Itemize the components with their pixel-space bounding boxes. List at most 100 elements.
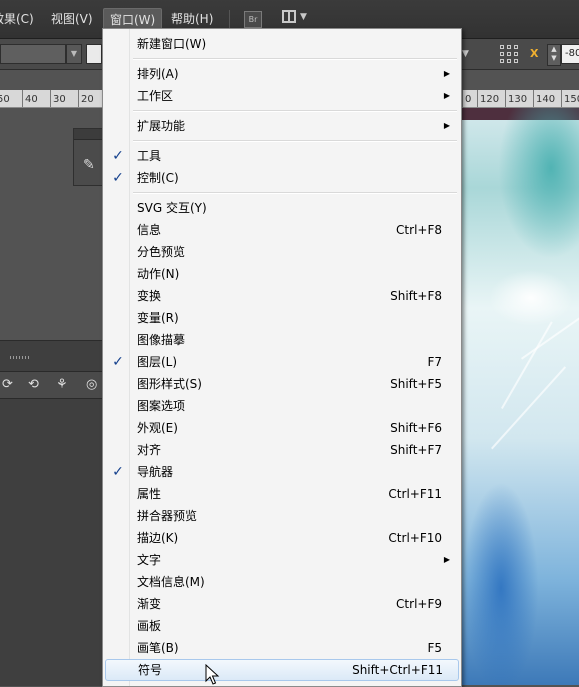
menu-item[interactable]: 画笔(B) F5	[104, 637, 460, 659]
menu-item[interactable]: 图形样式(S) Shift+F5	[104, 373, 460, 395]
menu-item[interactable]: ✓ 图层(L) F7	[104, 351, 460, 373]
menu-item-label: 控制(C)	[137, 171, 179, 185]
symbol-shifter-icon[interactable]: ⚘	[56, 377, 68, 392]
chevron-down-icon[interactable]: ▼	[462, 49, 469, 59]
menu-item-label: 画板	[137, 619, 162, 633]
arrange-documents-icon[interactable]	[282, 10, 296, 23]
ruler-label: 150	[560, 90, 579, 107]
menu-separator	[133, 140, 457, 142]
menu-item-label: 文档信息(M)	[137, 575, 205, 589]
menu-item[interactable]: 新建窗口(W)	[104, 33, 460, 55]
symbol-stainer-icon[interactable]: ◎	[86, 377, 97, 392]
menu-item-label: 变量(R)	[137, 311, 179, 325]
menu-item-label: 导航器	[137, 465, 174, 479]
menu-help[interactable]: 帮助(H)	[171, 10, 213, 27]
brush-icon[interactable]: ✎	[83, 157, 95, 173]
menu-item[interactable]: 动作(N)	[104, 263, 460, 285]
menu-item[interactable]: SVG 交互(Y)	[104, 197, 460, 219]
menu-item-shortcut: Ctrl+F8	[396, 223, 442, 237]
menubar-divider	[229, 10, 230, 28]
panel-grip[interactable]	[10, 356, 30, 359]
menu-item-shortcut: Shift+Ctrl+F11	[352, 663, 443, 677]
menu-item-label: 画笔(B)	[137, 641, 179, 655]
menu-item[interactable]: 描边(K) Ctrl+F10	[104, 527, 460, 549]
menu-item-label: 分色预览	[137, 245, 186, 259]
window-menu-dropdown: 新建窗口(W) 排列(A) ▶ 工作区 ▶ 扩展功能 ▶ ✓ 工具 ✓ 控制(C) SVG 交互(Y)…	[102, 28, 462, 687]
bridge-icon[interactable]: Br	[244, 11, 262, 28]
menu-item-label: 图案选项	[137, 399, 186, 413]
menu-item-label: 渐变	[137, 597, 162, 611]
menu-item[interactable]: 画板	[104, 615, 460, 637]
submenu-arrow-icon: ▶	[443, 69, 450, 78]
floating-panel[interactable]: ✎	[73, 128, 104, 186]
menu-item[interactable]: 文字 ▶	[104, 549, 460, 571]
menu-item-shortcut: Shift+F8	[390, 289, 442, 303]
menu-item[interactable]: ✓ 工具	[104, 145, 460, 167]
ruler-label: 50	[0, 94, 10, 105]
menu-item-shortcut: Ctrl+F11	[388, 487, 442, 501]
reference-point-icon[interactable]	[500, 45, 518, 63]
menu-item-label: 工作区	[137, 89, 174, 103]
symbol-spinner-icon[interactable]: ⟲	[28, 377, 39, 392]
ruler-label: 140	[532, 90, 556, 107]
menu-item-label: 图层(L)	[137, 355, 178, 369]
chevron-down-icon[interactable]: ▼	[300, 12, 307, 22]
variable-width-field[interactable]	[86, 44, 102, 64]
stroke-weight-field[interactable]	[0, 44, 66, 64]
artwork-strand	[501, 321, 553, 409]
menu-item-label: 对齐	[137, 443, 162, 457]
menu-item-label: 排列(A)	[137, 67, 179, 81]
checkmark-icon: ✓	[112, 148, 124, 164]
menu-separator	[133, 58, 457, 60]
menu-item-shortcut: F5	[427, 641, 442, 655]
menu-item[interactable]: 拼合器预览	[104, 505, 460, 527]
ruler-label: 30	[50, 90, 66, 107]
menu-item[interactable]: 对齐 Shift+F7	[104, 439, 460, 461]
menu-item[interactable]: 符号 Shift+Ctrl+F11	[105, 659, 459, 681]
menu-item-label: 扩展功能	[137, 119, 186, 133]
menu-item[interactable]: 渐变 Ctrl+F9	[104, 593, 460, 615]
menu-item[interactable]: ✓ 导航器	[104, 461, 460, 483]
menu-item[interactable]: 扩展功能 ▶	[104, 115, 460, 137]
menu-item[interactable]: 属性 Ctrl+F11	[104, 483, 460, 505]
menu-view[interactable]: 视图(V)	[51, 10, 93, 27]
panel-toolbar: ⟳ ⟲ ⚘ ◎	[0, 371, 102, 399]
menu-item[interactable]: 图像描摹	[104, 329, 460, 351]
x-stepper[interactable]: ▲ ▼	[547, 44, 561, 66]
menu-item[interactable]: 变换 Shift+F8	[104, 285, 460, 307]
menu-item-shortcut: Shift+F5	[390, 377, 442, 391]
menu-item[interactable]: 图案选项	[104, 395, 460, 417]
menu-item-label: 图像描摹	[137, 333, 186, 347]
menu-item-shortcut: Ctrl+F9	[396, 597, 442, 611]
menu-item-label: 新建窗口(W)	[137, 37, 207, 51]
menu-effect[interactable]: 效果(C)	[0, 10, 34, 27]
menu-item-shortcut: Ctrl+F10	[388, 531, 442, 545]
submenu-arrow-icon: ▶	[443, 555, 450, 564]
checkmark-icon: ✓	[112, 464, 124, 480]
ruler-label: 20	[78, 90, 94, 107]
menu-item[interactable]: ✓ 控制(C)	[104, 167, 460, 189]
menu-item[interactable]: 信息 Ctrl+F8	[104, 219, 460, 241]
menu-item-label: 外观(E)	[137, 421, 178, 435]
menu-item-shortcut: F7	[427, 355, 442, 369]
menu-item[interactable]: 文档信息(M)	[104, 571, 460, 593]
artwork-canvas[interactable]	[461, 108, 579, 685]
menu-item-shortcut: Shift+F6	[390, 421, 442, 435]
chevron-down-icon[interactable]: ▼	[66, 44, 82, 64]
menu-item[interactable]: 工作区 ▶	[104, 85, 460, 107]
menu-item-label: 变换	[137, 289, 162, 303]
panel-titlebar[interactable]	[74, 129, 104, 140]
symbol-sprayer-icon[interactable]: ⟳	[2, 377, 13, 392]
menu-item[interactable]: 外观(E) Shift+F6	[104, 417, 460, 439]
menu-item-label: 属性	[137, 487, 162, 501]
menu-item-label: 动作(N)	[137, 267, 180, 281]
menu-item[interactable]: 变量(R)	[104, 307, 460, 329]
menu-separator	[133, 192, 457, 194]
menu-item[interactable]: 排列(A) ▶	[104, 63, 460, 85]
menu-item-label: 工具	[137, 149, 162, 163]
menu-item-label: 信息	[137, 223, 162, 237]
menu-item-label: 拼合器预览	[137, 509, 198, 523]
menu-item[interactable]: 分色预览	[104, 241, 460, 263]
ruler-label: 120	[476, 90, 500, 107]
x-value-field[interactable]: -80	[561, 44, 579, 64]
